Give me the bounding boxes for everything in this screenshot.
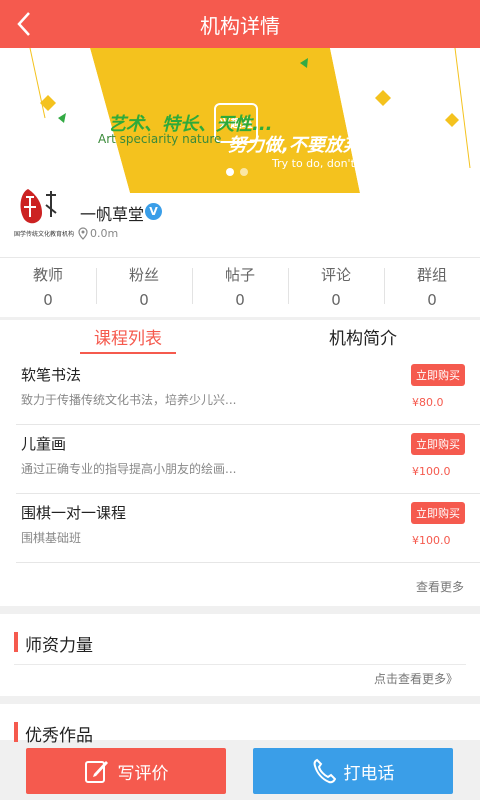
stat-label: 帖子 <box>224 266 255 284</box>
carousel-dot-active <box>226 168 234 176</box>
course-panel: 课程列表 机构简介 软笔书法 致力于传播传统文化书法，培养少儿兴... 立即购买… <box>0 320 480 606</box>
org-info: 国学传统文化教育机构 一帆草堂 V 0.0m <box>0 183 480 257</box>
chevron-left-icon <box>17 12 30 36</box>
course-item[interactable]: 儿童画 通过正确专业的指导提高小朋友的绘画... 立即购买 ¥100.0 <box>16 425 480 494</box>
write-review-label: 写评价 <box>117 763 169 784</box>
banner-line2: Art speciarity nature <box>98 132 222 146</box>
carousel-indicator <box>226 168 248 176</box>
page-title: 机构详情 <box>200 13 280 38</box>
tab-course-list[interactable]: 课程列表 <box>94 324 162 349</box>
section-accent-bar <box>14 632 18 652</box>
edit-icon <box>84 761 108 783</box>
course-item[interactable]: 围棋一对一课程 围棋基础班 立即购买 ¥100.0 <box>16 494 480 563</box>
phone-icon <box>313 758 336 784</box>
write-review-button[interactable]: 写评价 <box>26 748 226 794</box>
stat-label: 评论 <box>320 266 351 284</box>
stat-value: 0 <box>139 291 149 309</box>
org-avatar-caption: 国学传统文化教育机构 <box>14 231 75 238</box>
course-desc: 通过正确专业的指导提高小朋友的绘画... <box>21 462 237 476</box>
course-price: ¥100.0 <box>412 465 451 478</box>
stat-fans[interactable]: 粉丝 0 <box>96 258 192 317</box>
stat-value: 0 <box>235 291 245 309</box>
course-desc: 致力于传播传统文化书法，培养少儿兴... <box>21 393 237 407</box>
call-label: 打电话 <box>343 763 395 784</box>
call-button[interactable]: 打电话 <box>253 748 453 794</box>
verified-badge-icon: V <box>145 203 162 220</box>
stat-value: 0 <box>427 291 437 309</box>
view-more-courses-link[interactable]: 查看更多 <box>416 578 464 595</box>
stat-label: 教师 <box>32 266 63 284</box>
org-distance: 0.0m <box>90 227 119 240</box>
stat-groups[interactable]: 群组 0 <box>384 258 480 317</box>
course-name: 软笔书法 <box>21 366 82 384</box>
stat-label: 粉丝 <box>128 266 159 284</box>
course-name: 儿童画 <box>21 435 67 453</box>
section-divider <box>14 664 466 665</box>
tab-bar: 课程列表 机构简介 <box>0 320 480 356</box>
teachers-section: 师资力量 点击查看更多》 <box>0 614 480 696</box>
section-title: 师资力量 <box>25 636 93 656</box>
stat-teachers[interactable]: 教师 0 <box>0 258 96 317</box>
banner-line4: Try to do, don't give up.... <box>272 157 414 170</box>
carousel-dot <box>240 168 248 176</box>
stat-comments[interactable]: 评论 0 <box>288 258 384 317</box>
tab-org-intro[interactable]: 机构简介 <box>329 324 397 349</box>
app-header: 机构详情 <box>0 0 480 48</box>
location-pin-icon <box>78 227 88 240</box>
course-item[interactable]: 软笔书法 致力于传播传统文化书法，培养少儿兴... 立即购买 ¥80.0 <box>16 356 480 425</box>
buy-now-button[interactable]: 立即购买 <box>411 364 465 386</box>
stat-posts[interactable]: 帖子 0 <box>192 258 288 317</box>
org-name: 一帆草堂 <box>80 205 145 224</box>
buy-now-button[interactable]: 立即购买 <box>411 502 465 524</box>
stat-value: 0 <box>43 291 53 309</box>
works-section: 优秀作品 <box>0 704 480 746</box>
tab-indicator <box>80 352 176 354</box>
buy-now-button[interactable]: 立即购买 <box>411 433 465 455</box>
course-price: ¥80.0 <box>412 396 444 409</box>
stat-value: 0 <box>331 291 341 309</box>
stats-bar: 教师 0 粉丝 0 帖子 0 评论 0 群组 0 <box>0 257 480 317</box>
org-avatar[interactable]: 国学传统文化教育机构 <box>12 183 74 241</box>
back-button[interactable] <box>8 8 40 40</box>
course-name: 围棋一对一课程 <box>21 504 127 522</box>
section-accent-bar <box>14 722 18 742</box>
org-location: 0.0m <box>78 227 118 240</box>
banner-line3: 努力做,不要放弃! <box>228 135 370 156</box>
bottom-action-bar: 写评价 打电话 <box>0 740 480 800</box>
stat-label: 群组 <box>416 266 447 284</box>
course-price: ¥100.0 <box>412 534 451 547</box>
view-more-teachers-link[interactable]: 点击查看更多》 <box>374 670 458 687</box>
course-desc: 围棋基础班 <box>21 531 82 545</box>
